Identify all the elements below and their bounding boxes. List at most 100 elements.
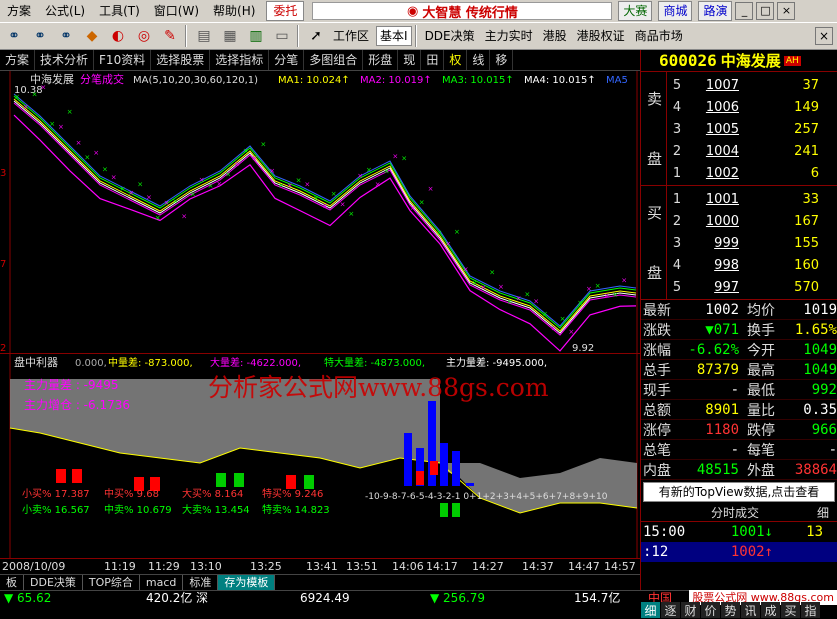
tab-macd[interactable]: macd [140,575,184,590]
bid-book: 买 盘 1 1001 33 2 1000 167 3 999 155 4 998 160 5 997 570 [641,186,837,300]
pen-icon[interactable]: ✎ [158,25,182,47]
ask-row[interactable]: 4 1006 149 [667,96,837,118]
bid-row[interactable]: 1 1001 33 [667,188,837,210]
current-tab[interactable]: 现 [398,50,422,70]
close-icon[interactable]: × [815,27,833,45]
bid-row[interactable]: 3 999 155 [667,232,837,254]
menu-help[interactable]: 帮助(H) [206,0,262,22]
menu-formula[interactable]: 公式(L) [38,0,92,22]
line-tab[interactable]: 线 [467,50,491,70]
monitor-icon[interactable]: ▭ [270,25,294,47]
quote-tab[interactable]: 买 [781,602,800,618]
tick-marker: × [278,182,284,190]
select-stock-tab[interactable]: 选择股票 [151,50,211,70]
f10-tab[interactable]: F10资料 [94,50,152,70]
stat-label: 换手 [747,322,775,339]
indicator-bar [452,503,460,517]
stat-label: 总笔 [643,442,671,459]
window-close-button[interactable]: × [777,2,796,20]
tick-marker: × [340,201,346,209]
menu-scheme[interactable]: 方案 [0,0,38,22]
quote-tab[interactable]: 价 [701,602,720,618]
diamond-icon[interactable]: ◆ [80,25,104,47]
menu-window[interactable]: 窗口(W) [147,0,206,22]
grid-icon[interactable]: ▤ [192,25,216,47]
workspace-label[interactable]: 工作区 [328,25,374,47]
tick-tab[interactable]: 分笔 [269,50,305,70]
menu-tools[interactable]: 工具(T) [92,0,147,22]
time-tick: 14:37 [522,560,554,573]
stat-label: 每笔 [747,442,775,459]
bid-row[interactable]: 5 997 570 [667,276,837,298]
tick-marker: × [67,108,73,116]
bid-side-char: 买 [647,204,663,222]
quote-tab[interactable]: 指 [801,602,820,618]
watermark-text: 分析家公式网www.88gs.com [208,373,549,402]
hk-stock-link[interactable]: 港股 [538,25,572,47]
binoculars-icon[interactable]: ⚭ [28,25,52,47]
tab-standard[interactable]: 标准 [183,575,219,590]
tick-marker: × [489,269,495,277]
tab-board[interactable]: 板 [0,575,24,590]
dde-link[interactable]: DDE决策 [420,25,480,47]
big-buy: 大买% 8.164 [182,487,243,500]
trust-button[interactable]: 委托 [266,1,305,21]
select-indicator-tab[interactable]: 选择指标 [210,50,270,70]
tick-time: 15:00 [643,524,686,540]
tick-marker: × [366,166,372,174]
stat-value: 0.35 [803,401,837,418]
target-icon[interactable]: ◎ [132,25,156,47]
tick-marker: × [463,265,469,273]
chart-header: 中海发展 分笔成交 MA(5,10,20,30,60,120,1) MA1: 1… [30,72,628,86]
move-tab[interactable]: 移 [490,50,514,70]
ask-row[interactable]: 2 1004 241 [667,140,837,162]
pointer-icon[interactable]: ➚ [304,25,328,47]
topview-button[interactable]: 有新的TopView数据,点击查看 [643,482,835,502]
bid-row[interactable]: 2 1000 167 [667,210,837,232]
calendar-icon[interactable]: ▦ [218,25,242,47]
books-icon[interactable]: ▥ [244,25,268,47]
quote-tab[interactable]: 逐 [661,602,680,618]
pattern-tab[interactable]: 形盘 [363,50,399,70]
binoculars-icon[interactable]: ⚭ [2,25,26,47]
ask-row[interactable]: 3 1005 257 [667,118,837,140]
multi-chart-tab[interactable]: 多图组合 [304,50,364,70]
minimize-button[interactable]: _ [735,2,754,20]
grid-tab[interactable]: 田 [421,50,445,70]
tick-detail-button[interactable]: 细 [817,504,829,521]
mall-button[interactable]: 商城 [658,1,693,21]
ah-badge: AH [783,55,801,66]
commodity-link[interactable]: 商品市场 [630,25,688,47]
level: 1 [672,191,682,207]
tick-marker: × [595,282,601,290]
quote-tab[interactable]: 讯 [741,602,760,618]
chart-icon[interactable]: ◐ [106,25,130,47]
chart-stock-name: 中海发展 [30,72,74,86]
main-force-link[interactable]: 主力实时 [480,25,538,47]
binoculars-icon[interactable]: ⚭ [54,25,78,47]
stat-value: - [730,441,739,458]
tab-save-template[interactable]: 存为模板 [218,575,276,590]
rights-tab[interactable]: 权 [444,50,468,70]
quote-tab[interactable]: 细 [641,602,660,618]
scheme-tab[interactable]: 方案 [0,50,36,70]
roadshow-button[interactable]: 路演 [698,1,733,21]
workspace-select[interactable]: 基本Ⅰ [376,26,412,46]
contest-button[interactable]: 大赛 [618,1,653,21]
price-chart[interactable]: 中海发展 分笔成交 MA(5,10,20,30,60,120,1) MA1: 1… [0,71,640,353]
ask-row[interactable]: 1 1002 6 [667,162,837,184]
tab-top[interactable]: TOP综合 [83,575,140,590]
bid-row[interactable]: 4 998 160 [667,254,837,276]
tech-analysis-tab[interactable]: 技术分析 [35,50,95,70]
quote-tab[interactable]: 势 [721,602,740,618]
ask-row[interactable]: 5 1007 37 [667,74,837,96]
hk-warrant-link[interactable]: 港股权证 [572,25,630,47]
tick-marker: × [542,310,548,318]
ma4-value: MA4: 10.015↑ [524,75,596,86]
tab-dde[interactable]: DDE决策 [24,575,83,590]
stat-value: 1049 [803,361,837,378]
quote-tab[interactable]: 成 [761,602,780,618]
quote-tab[interactable]: 财 [681,602,700,618]
maximize-button[interactable]: □ [756,2,775,20]
tick-marker: × [296,177,302,185]
